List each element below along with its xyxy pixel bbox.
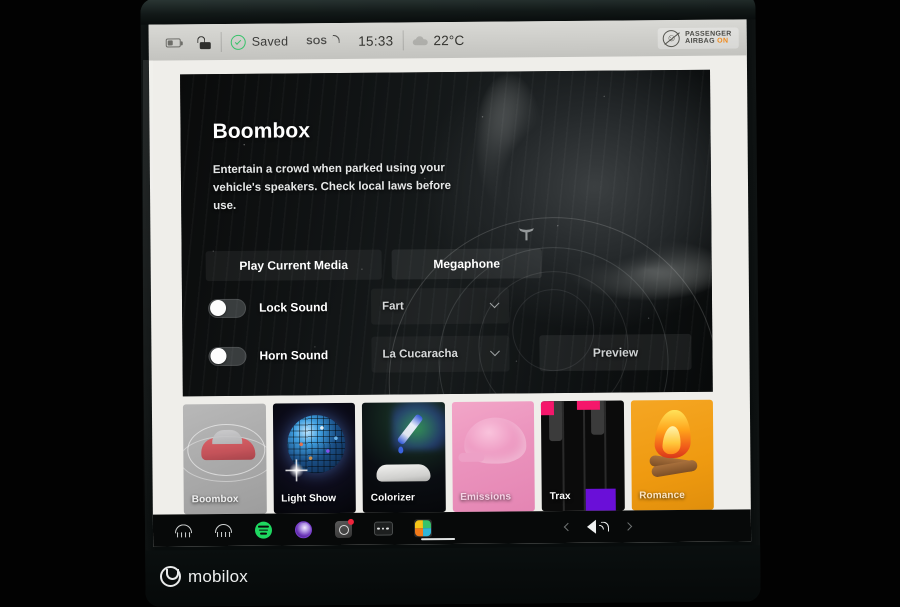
volume-speaker-icon[interactable]: [586, 519, 610, 534]
toybox-tile-strip: Boombox Light Show Colorizer Emissions T…: [182, 399, 714, 515]
sos-label: SOS: [306, 35, 328, 47]
tile-label: Emissions: [460, 491, 512, 503]
lock-sound-toggle[interactable]: [207, 298, 247, 318]
mobilox-watermark-text: mobilox: [188, 566, 248, 586]
tile-label: Trax: [549, 490, 571, 503]
cloud-icon: [412, 36, 427, 45]
tile-trax[interactable]: Trax: [540, 400, 625, 512]
toggle-knob: [209, 299, 226, 317]
check-circle-icon: [230, 34, 246, 50]
airbag-status: ON: [717, 37, 729, 45]
chevron-left-icon[interactable]: [563, 522, 573, 532]
mobilox-watermark: mobilox: [160, 566, 248, 587]
boombox-hero-card: Boombox Entertain a crowd when parked us…: [180, 69, 713, 397]
horn-sound-toggle[interactable]: [208, 346, 247, 366]
taskbar: [152, 509, 752, 547]
page-title: Boombox: [212, 119, 311, 144]
tile-label: Boombox: [191, 493, 239, 506]
whoopee-cushion-icon: [463, 417, 526, 464]
tile-label: Romance: [639, 489, 685, 502]
lock-sound-row: Lock Sound Fart: [196, 287, 510, 326]
temperature-label: 22°C: [433, 32, 465, 48]
camera-app-icon[interactable]: [323, 513, 363, 545]
chevron-right-icon[interactable]: [623, 522, 633, 531]
front-defrost-icon[interactable]: [203, 514, 243, 546]
lock-open-icon: [196, 35, 212, 49]
tile-colorizer[interactable]: Colorizer: [361, 402, 446, 513]
clock: 15:33: [349, 22, 403, 58]
sparkle-icon: [284, 459, 308, 482]
lcd-screen: Saved SOS 15:33 22°C ☺: [148, 19, 752, 547]
rear-defrost-icon[interactable]: [163, 514, 203, 546]
mobilox-logo-icon: [160, 566, 181, 587]
tile-label: Light Show: [281, 493, 337, 505]
screen-glare: [143, 60, 153, 530]
piano-keys-icon: [540, 400, 623, 512]
chevron-down-icon: [489, 345, 500, 356]
horn-sound-value: La Cucaracha: [382, 347, 458, 361]
weather-readout: 22°C: [403, 22, 473, 59]
paint-drop-icon: [398, 446, 404, 454]
lock-sound-value: Fart: [382, 300, 404, 313]
campfire-icon: [653, 409, 693, 459]
home-indicator: [421, 537, 456, 541]
tesla-touchscreen-unit: Saved SOS 15:33 22°C ☺: [140, 0, 761, 607]
sos-button[interactable]: SOS: [297, 23, 349, 59]
saved-status: Saved: [222, 23, 298, 60]
chevron-down-icon: [489, 297, 500, 308]
airbag-text: PASSENGER AIRBAG ON: [685, 30, 732, 45]
lock-sound-label: Lock Sound: [258, 300, 328, 315]
preview-button[interactable]: Preview: [539, 333, 692, 372]
lock-status[interactable]: [190, 24, 221, 60]
tile-label: Colorizer: [370, 492, 416, 504]
white-car-glyph: [376, 464, 431, 482]
hero-description: Entertain a crowd when parked using your…: [212, 162, 452, 212]
tab-play-current-media[interactable]: Play Current Media: [205, 249, 382, 282]
more-apps-icon[interactable]: [363, 512, 403, 544]
sos-signal-icon: [333, 34, 341, 44]
tab-megaphone[interactable]: Megaphone: [391, 248, 542, 280]
airbag-line2: AIRBAG ON: [685, 37, 729, 45]
saved-label: Saved: [251, 34, 289, 49]
taskbar-spacer: [443, 527, 565, 528]
battery-indicator: [157, 24, 190, 60]
spotify-icon[interactable]: [243, 513, 283, 545]
horn-sound-dropdown[interactable]: La Cucaracha: [371, 335, 510, 373]
tile-emissions[interactable]: Emissions: [451, 401, 535, 512]
red-car-glyph: [201, 437, 256, 461]
battery-icon: [165, 37, 181, 47]
status-bar: Saved SOS 15:33 22°C ☺: [148, 19, 747, 61]
passenger-airbag-off-icon: ☺: [663, 29, 681, 47]
clock-label: 15:33: [358, 32, 394, 49]
toggle-knob: [209, 347, 227, 365]
mode-tabs: Play Current Media Megaphone: [205, 248, 542, 282]
passenger-airbag-indicator: ☺ PASSENGER AIRBAG ON: [658, 26, 739, 49]
photograph-of-tesla-screen: Saved SOS 15:33 22°C ☺: [0, 0, 900, 607]
tile-romance[interactable]: Romance: [630, 399, 714, 511]
tile-light-show[interactable]: Light Show: [272, 402, 356, 514]
horn-sound-label: Horn Sound: [259, 348, 329, 363]
tile-boombox[interactable]: Boombox: [182, 403, 267, 515]
lock-sound-dropdown[interactable]: Fart: [370, 287, 510, 325]
media-app-icon[interactable]: [283, 513, 323, 545]
horn-sound-row: Horn Sound La Cucaracha Preview: [196, 333, 692, 374]
status-spacer: [473, 38, 658, 40]
